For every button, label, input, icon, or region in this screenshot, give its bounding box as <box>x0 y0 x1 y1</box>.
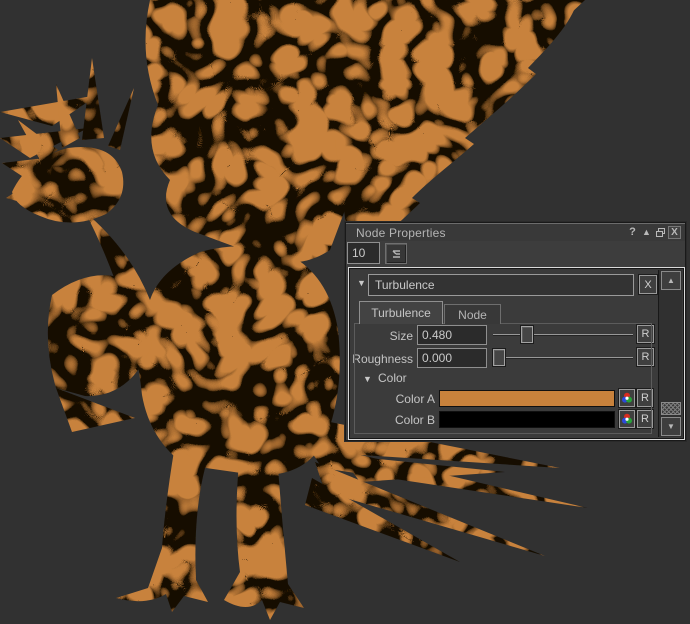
scroll-down-icon[interactable]: ▼ <box>661 417 681 436</box>
scrollbar-thumb[interactable] <box>661 402 681 415</box>
tab-content-groupbox <box>354 323 652 434</box>
edit-node-button[interactable] <box>385 243 407 264</box>
node-name-input[interactable] <box>368 274 634 296</box>
help-icon[interactable]: ? <box>626 226 639 239</box>
panel-title: Node Properties <box>356 226 625 240</box>
editor-scrollbar[interactable]: ▲ ▼ <box>658 270 682 437</box>
tab-turbulence[interactable]: Turbulence <box>359 301 443 324</box>
panel-titlebar[interactable]: Node Properties ? ▲ X <box>346 223 685 241</box>
edit-icon <box>390 249 402 259</box>
delete-node-button[interactable]: X <box>639 275 657 294</box>
node-index-input[interactable] <box>347 242 380 264</box>
scroll-up-icon[interactable]: ▲ <box>661 271 681 290</box>
collapse-node-icon[interactable]: ▼ <box>357 279 366 288</box>
rollup-icon[interactable]: ▲ <box>640 226 653 239</box>
tab-node[interactable]: Node <box>444 304 501 324</box>
node-properties-panel: Node Properties ? ▲ X ▼ X Turbulence Nod… <box>345 222 686 441</box>
node-editor-frame: ▼ X Turbulence Node Size R Roughness R ▼… <box>348 267 685 440</box>
close-icon[interactable]: X <box>668 226 681 239</box>
restore-icon[interactable] <box>654 226 667 239</box>
